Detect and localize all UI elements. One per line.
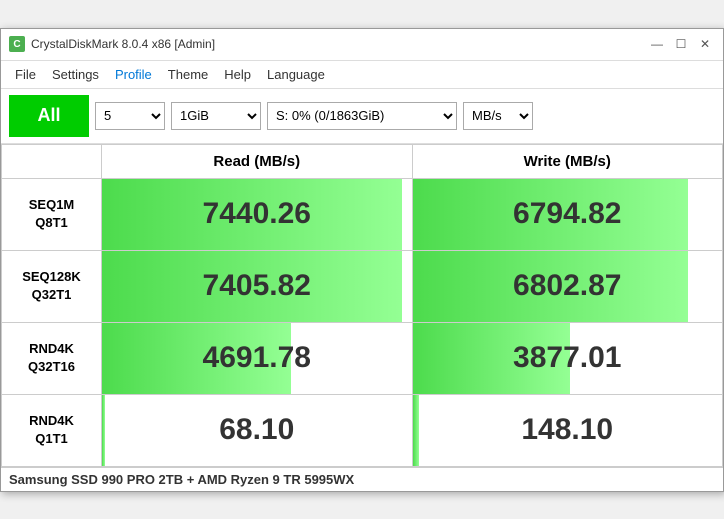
row-0-write: 6794.82 <box>412 178 723 250</box>
row-2-label: RND4KQ32T16 <box>2 322 102 394</box>
status-text: Samsung SSD 990 PRO 2TB + AMD Ryzen 9 TR… <box>9 472 354 487</box>
window-title: CrystalDiskMark 8.0.4 x86 [Admin] <box>31 37 647 51</box>
menu-theme[interactable]: Theme <box>160 63 216 86</box>
title-bar: C CrystalDiskMark 8.0.4 x86 [Admin] — ☐ … <box>1 29 723 61</box>
window-controls: — ☐ ✕ <box>647 34 715 54</box>
row-3-write: 148.10 <box>412 394 723 466</box>
status-bar: Samsung SSD 990 PRO 2TB + AMD Ryzen 9 TR… <box>1 467 723 491</box>
main-content: Read (MB/s) Write (MB/s) SEQ1MQ8T17440.2… <box>1 144 723 467</box>
results-table: Read (MB/s) Write (MB/s) SEQ1MQ8T17440.2… <box>1 144 723 467</box>
row-1-label: SEQ128KQ32T1 <box>2 250 102 322</box>
table-row: RND4KQ1T168.10148.10 <box>2 394 723 466</box>
maximize-button[interactable]: ☐ <box>671 34 691 54</box>
all-button[interactable]: All <box>9 95 89 137</box>
th-empty <box>2 144 102 178</box>
row-3-label: RND4KQ1T1 <box>2 394 102 466</box>
col-read-header: Read (MB/s) <box>102 144 413 178</box>
row-3-read: 68.10 <box>102 394 413 466</box>
count-select[interactable]: 1 3 5 10 <box>95 102 165 130</box>
row-1-read: 7405.82 <box>102 250 413 322</box>
unit-select[interactable]: MB/s GB/s IOPS μs <box>463 102 533 130</box>
row-2-read: 4691.78 <box>102 322 413 394</box>
row-2-write: 3877.01 <box>412 322 723 394</box>
toolbar: All 1 3 5 10 512MiB 1GiB 2GiB 4GiB 8GiB … <box>1 89 723 144</box>
table-row: SEQ1MQ8T17440.266794.82 <box>2 178 723 250</box>
app-icon: C <box>9 36 25 52</box>
app-window: C CrystalDiskMark 8.0.4 x86 [Admin] — ☐ … <box>0 28 724 492</box>
menu-help[interactable]: Help <box>216 63 259 86</box>
row-1-write: 6802.87 <box>412 250 723 322</box>
row-0-label: SEQ1MQ8T1 <box>2 178 102 250</box>
size-select[interactable]: 512MiB 1GiB 2GiB 4GiB 8GiB 16GiB <box>171 102 261 130</box>
drive-select[interactable]: S: 0% (0/1863GiB) <box>267 102 457 130</box>
menu-profile[interactable]: Profile <box>107 63 160 86</box>
menu-language[interactable]: Language <box>259 63 333 86</box>
minimize-button[interactable]: — <box>647 34 667 54</box>
close-button[interactable]: ✕ <box>695 34 715 54</box>
row-0-read: 7440.26 <box>102 178 413 250</box>
menu-bar: File Settings Profile Theme Help Languag… <box>1 61 723 89</box>
menu-settings[interactable]: Settings <box>44 63 107 86</box>
table-row: RND4KQ32T164691.783877.01 <box>2 322 723 394</box>
col-write-header: Write (MB/s) <box>412 144 723 178</box>
menu-file[interactable]: File <box>7 63 44 86</box>
table-row: SEQ128KQ32T17405.826802.87 <box>2 250 723 322</box>
